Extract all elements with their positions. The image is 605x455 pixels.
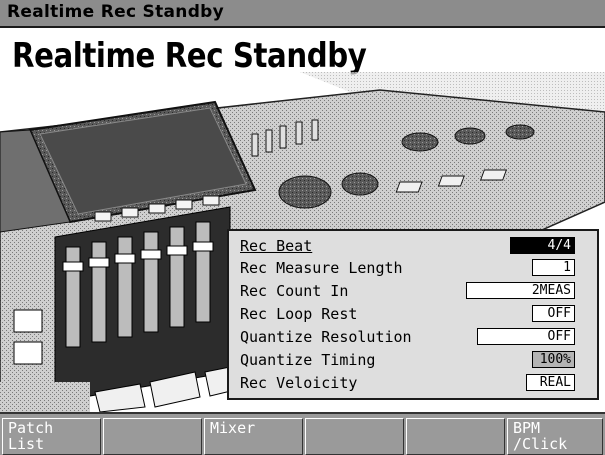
- param-row-rec-count-in[interactable]: Rec Count In 2MEAS: [229, 281, 597, 302]
- param-label: Rec Count In: [240, 282, 349, 300]
- rec-velocity-value[interactable]: REAL: [526, 374, 575, 391]
- rec-settings-panel: Rec Beat 4/4 Rec Measure Length 1 Rec Co…: [227, 229, 599, 400]
- rec-measure-length-value[interactable]: 1: [532, 259, 575, 276]
- rec-beat-value[interactable]: 4/4: [510, 237, 575, 254]
- param-label: Quantize Timing: [240, 351, 376, 369]
- param-label: Rec Veloicity: [240, 374, 358, 392]
- f6-bpm-click-button[interactable]: BPM /Click: [507, 418, 603, 455]
- f4-button[interactable]: [305, 418, 404, 455]
- f1-label: Patch List: [8, 419, 54, 453]
- f6-label: BPM /Click: [513, 419, 568, 453]
- param-label: Rec Measure Length: [240, 259, 403, 277]
- quantize-timing-value[interactable]: 100%: [532, 351, 575, 368]
- param-row-rec-velocity[interactable]: Rec Veloicity REAL: [229, 373, 597, 394]
- realtime-rec-standby-screen: Realtime Rec Standby Realtime Rec Standb…: [0, 0, 605, 455]
- f3-label: Mixer: [210, 419, 256, 437]
- function-button-bar: Patch List Mixer BPM /Click: [0, 412, 605, 455]
- param-row-rec-measure-length[interactable]: Rec Measure Length 1: [229, 258, 597, 279]
- f3-mixer-button[interactable]: Mixer: [204, 418, 303, 455]
- rec-loop-rest-value[interactable]: OFF: [532, 305, 575, 322]
- param-row-quantize-resolution[interactable]: Quantize Resolution OFF: [229, 327, 597, 348]
- quantize-resolution-value[interactable]: OFF: [477, 328, 575, 345]
- rec-count-in-value[interactable]: 2MEAS: [466, 282, 575, 299]
- param-row-rec-loop-rest[interactable]: Rec Loop Rest OFF: [229, 304, 597, 325]
- title-bar: Realtime Rec Standby: [0, 0, 605, 28]
- page-title: Realtime Rec Standby: [12, 36, 367, 76]
- param-row-quantize-timing[interactable]: Quantize Timing 100%: [229, 350, 597, 371]
- f2-button[interactable]: [103, 418, 202, 455]
- param-row-rec-beat[interactable]: Rec Beat 4/4: [229, 236, 597, 257]
- title-bar-text: Realtime Rec Standby: [7, 2, 225, 22]
- f1-patch-list-button[interactable]: Patch List: [2, 418, 101, 455]
- param-label: Rec Beat: [240, 237, 313, 255]
- param-label: Rec Loop Rest: [240, 305, 358, 323]
- param-label: Quantize Resolution: [240, 328, 412, 346]
- f5-button[interactable]: [406, 418, 505, 455]
